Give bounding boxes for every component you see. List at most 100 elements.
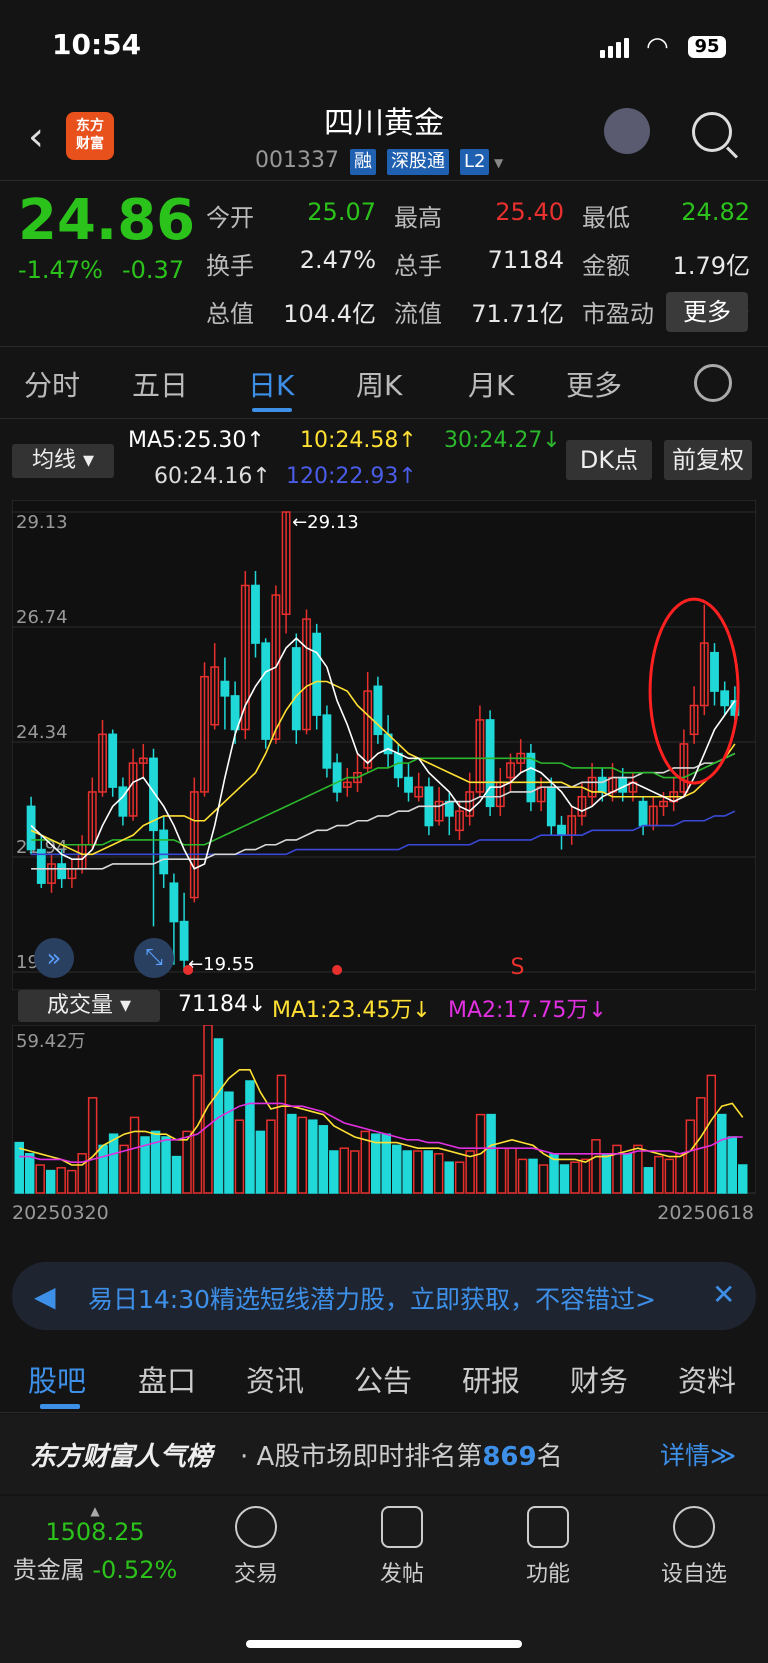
candle-body: [230, 695, 240, 731]
candle-body: [108, 733, 118, 788]
tab-research[interactable]: 研报: [462, 1358, 520, 1400]
fullscreen-icon[interactable]: ⤡: [134, 938, 174, 978]
more-button[interactable]: 更多: [666, 292, 748, 332]
volume-bar: [24, 1153, 35, 1194]
tab-pankou[interactable]: 盘口: [138, 1358, 196, 1400]
expand-left-icon[interactable]: »: [34, 938, 74, 978]
tab-finance[interactable]: 财务: [570, 1358, 628, 1400]
popularity-rank[interactable]: 东方财富人气榜 · A股市场即时排名第869名 详情≫: [0, 1414, 768, 1494]
tab-daily-k[interactable]: 日K: [248, 364, 294, 404]
tab-profile[interactable]: 资料: [678, 1358, 736, 1400]
volume-bar: [245, 1080, 255, 1194]
volume-legend: 成交量 ▾ 71184↓ MA1:23.45万↓ MA2:17.75万↓: [0, 990, 768, 1024]
volume-max-label: 59.42万: [16, 1031, 86, 1052]
index-value: 1508.25: [45, 1518, 145, 1546]
quote-panel: 24.86 -1.47% -0.37 今开 25.07 最高 25.40 最低 24.82…: [0, 182, 768, 347]
candle-body: [393, 752, 403, 779]
quote-value: 71.71亿: [471, 300, 564, 328]
connect-tag: 深股通: [386, 149, 449, 175]
tab-five-day[interactable]: 五日: [132, 364, 188, 404]
banner-text: 易日14:30精选短线潜力股，立即获取，不容错过>: [88, 1285, 656, 1314]
candle-body: [526, 752, 536, 803]
quote-value: 71184: [487, 246, 564, 274]
volume-bar: [108, 1133, 119, 1194]
dk-point-button[interactable]: DK点: [566, 440, 652, 480]
candle-body: [312, 632, 322, 716]
candle-body: [118, 786, 128, 817]
volume-bar: [643, 1167, 654, 1194]
ma10-value: 10:24.58↑: [300, 428, 417, 453]
rank-detail-link[interactable]: 详情≫: [660, 1436, 736, 1472]
tab-weekly-k[interactable]: 周K: [356, 364, 402, 404]
candle-body: [638, 800, 648, 827]
candlestick-chart[interactable]: 29.1326.7424.3421.9419.55←29.13←19.55S: [12, 500, 756, 990]
grid-icon: [527, 1506, 569, 1548]
quote-label: 总值: [206, 300, 254, 328]
ma120-value: 120:22.93↑: [286, 464, 417, 489]
tab-news[interactable]: 资讯: [246, 1358, 304, 1400]
caret-down-icon[interactable]: ▼: [494, 156, 503, 170]
nav-add-watchlist[interactable]: 设自选: [644, 1506, 744, 1588]
candle-body: [261, 642, 271, 740]
candle-body: [546, 786, 556, 827]
nav-trade[interactable]: 交易: [206, 1506, 306, 1588]
volume-current: 71184↓: [178, 992, 267, 1017]
candle-body: [169, 882, 179, 923]
volume-bar: [528, 1158, 538, 1194]
yen-icon: [235, 1506, 277, 1548]
signal-icon: [600, 38, 632, 58]
robot-assistant-icon[interactable]: [604, 108, 650, 154]
level2-tag: L2: [459, 149, 490, 175]
candle-body: [444, 800, 454, 817]
volume-bar: [559, 1164, 570, 1194]
volume-bar: [171, 1155, 182, 1194]
tab-monthly-k[interactable]: 月K: [468, 364, 514, 404]
gear-icon[interactable]: [694, 364, 732, 402]
quote-label: 最高: [394, 204, 442, 232]
candle-body: [179, 920, 189, 961]
tab-announcements[interactable]: 公告: [354, 1358, 412, 1400]
low-marker: ←19.55: [188, 954, 255, 975]
period-tabs: 分时 五日 日K 周K 月K 更多: [0, 348, 768, 419]
ma-select[interactable]: 均线 ▾: [12, 444, 114, 478]
volume-bar: [45, 1169, 56, 1194]
tab-more[interactable]: 更多: [566, 364, 622, 404]
volume-chart[interactable]: 59.42万 20250320 20250618: [12, 1025, 756, 1225]
adjust-button[interactable]: 前复权: [664, 440, 752, 480]
promo-banner[interactable]: ◀ 易日14:30精选短线潜力股，立即获取，不容错过> ✕: [12, 1262, 756, 1330]
tab-intraday[interactable]: 分时: [24, 364, 80, 404]
candle-body: [720, 690, 730, 707]
quote-label: 最低: [582, 204, 630, 232]
quote-label: 金额: [582, 252, 630, 280]
volume-bar: [423, 1150, 433, 1194]
rank-number: 869: [482, 1442, 537, 1472]
y-tick-label: 29.13: [16, 512, 68, 533]
index-pct: -0.52%: [92, 1556, 178, 1584]
tab-underline: [252, 408, 292, 412]
volume-bar: [14, 1141, 24, 1194]
volume-bar: [738, 1164, 748, 1194]
tab-guba[interactable]: 股吧: [28, 1358, 86, 1400]
volume-bar: [727, 1136, 738, 1194]
candle-body: [710, 651, 719, 692]
search-icon[interactable]: [692, 112, 732, 152]
index-name: 贵金属: [12, 1556, 85, 1584]
volume-select[interactable]: 成交量 ▾: [18, 990, 160, 1022]
stock-code: 001337: [255, 148, 339, 173]
close-icon[interactable]: ✕: [712, 1278, 735, 1311]
y-tick-label: 24.34: [16, 722, 68, 743]
nav-functions[interactable]: 功能: [498, 1506, 598, 1588]
candle-body: [404, 776, 413, 793]
nav-post[interactable]: 发帖: [352, 1506, 452, 1588]
volume-bar: [308, 1119, 318, 1194]
volume-bar: [329, 1150, 339, 1194]
quote-label: 今开: [206, 204, 254, 232]
volume-ma1: MA1:23.45万↓: [272, 998, 431, 1023]
candle-body: [251, 584, 260, 644]
sector-index[interactable]: ▲ 1508.25 贵金属 -0.52%: [0, 1504, 190, 1585]
y-tick-label: 26.74: [16, 607, 68, 628]
volume-bar: [391, 1144, 402, 1194]
stock-header: ‹ 东方 财富 四川黄金 001337 融 深股通 L2 ▼: [0, 90, 768, 181]
quote-value: 24.82: [681, 198, 750, 226]
edit-icon: [381, 1506, 423, 1548]
